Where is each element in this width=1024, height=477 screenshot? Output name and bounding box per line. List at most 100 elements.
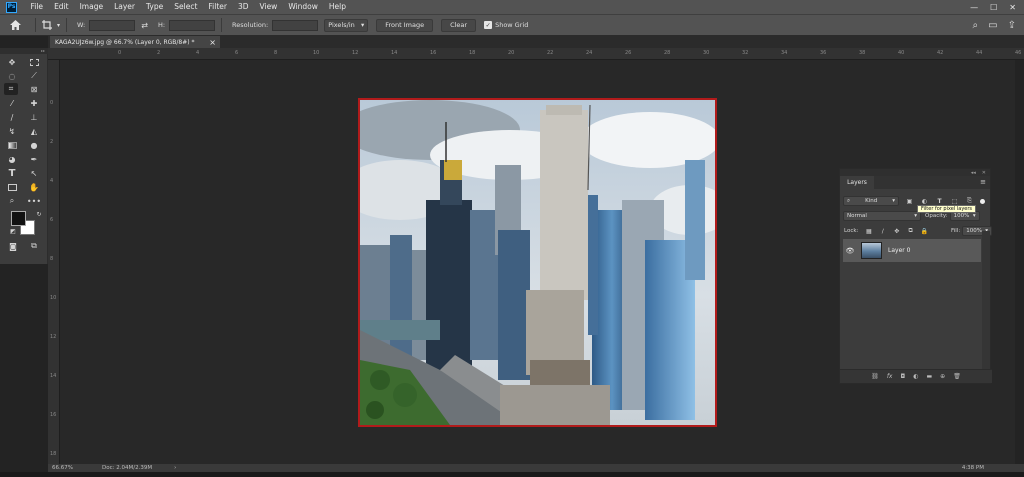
document-tab[interactable]: KAGA2UJz6w.jpg @ 66.7% (Layer 0, RGB/8#)… [50,36,220,48]
filter-toggle-icon[interactable] [980,198,985,204]
gradient-tool-icon[interactable] [5,139,19,151]
opacity-label: Opacity: [925,213,948,219]
close-window-button[interactable]: ✕ [1009,3,1016,12]
ruler-h-mark: 42 [937,50,944,56]
share-icon[interactable]: ⇪ [1008,20,1016,31]
quick-select-tool-icon[interactable]: ⟋ [27,70,41,82]
fx-icon[interactable]: fx [887,373,893,380]
layers-scrollbar[interactable] [982,231,990,369]
folder-icon[interactable]: ▬ [926,373,932,380]
menu-view[interactable]: View [254,0,283,14]
tab-layers[interactable]: Layers [840,176,874,189]
ruler-h-mark: 14 [391,50,398,56]
menu-select[interactable]: Select [169,0,203,14]
clear-button[interactable]: Clear [441,18,477,32]
close-panel-icon[interactable]: ✕ [982,170,986,176]
document-image[interactable] [358,98,717,427]
blend-mode-select[interactable]: Normal ▾ [843,211,921,221]
menu-layer[interactable]: Layer [109,0,141,14]
tooltip: Filter for pixel layers [917,205,977,213]
width-field[interactable] [89,19,136,31]
history-brush-tool-icon[interactable]: ↯ [5,125,19,137]
options-bar: ▾ W: ⇄ H: Resolution: Pixels/in ▾ Front … [0,14,1024,36]
collapse-panel-icon[interactable]: ◂◂ [971,170,976,176]
panel-menu-icon[interactable]: ≡ [980,178,986,186]
home-icon[interactable] [10,20,21,30]
blur-tool-icon[interactable]: ● [27,139,41,151]
link-icon[interactable]: ⛓ [871,373,879,380]
photoshop-window: Ps File Edit Image Layer Type Select Fil… [0,0,1024,477]
lasso-tool-icon[interactable]: ◌ [5,70,19,82]
hand-tool-icon[interactable]: ✋ [27,181,41,193]
ruler-h-mark: 0 [118,50,122,56]
menu-3d[interactable]: 3D [232,0,254,14]
layers-panel-header[interactable]: ◂◂ ✕ [840,169,990,176]
path-selection-tool-icon[interactable]: ↖ [27,167,41,179]
vertical-ruler[interactable]: 0 2 4 6 8 10 12 14 16 18 [48,60,60,464]
tools-panel-header[interactable]: ▸▸ [0,48,48,54]
pixel-filter-icon[interactable]: ▣ [905,197,914,206]
foreground-color-swatch[interactable] [11,211,26,226]
menu-file[interactable]: File [25,0,49,14]
lock-image-icon[interactable]: ∕ [878,227,887,236]
fill-label: Fill: [951,228,961,234]
status-arrow-icon[interactable]: › [174,465,176,471]
adjustment-icon[interactable]: ◐ [913,373,918,380]
healing-brush-tool-icon[interactable]: ✚ [27,97,41,109]
clone-stamp-tool-icon[interactable]: ⊥ [27,111,41,123]
default-colors-icon[interactable]: ◩ [6,225,20,237]
width-label: W: [77,21,86,29]
brush-tool-icon[interactable]: ∕ [5,111,19,123]
crop-tool-icon[interactable]: ⌗ [4,83,18,95]
swap-icon[interactable]: ⇄ [141,21,148,30]
menu-help[interactable]: Help [323,0,351,14]
type-tool-icon[interactable]: T [5,167,19,179]
crop-tool-icon[interactable]: ▾ [42,20,60,30]
swap-colors-icon[interactable]: ↻ [32,208,46,220]
lock-artboard-icon[interactable]: ⧉ [906,227,915,236]
search-icon[interactable]: ⌕ [973,20,979,31]
ruler-h-mark: 28 [664,50,671,56]
filter-kind-select[interactable]: ⌕ Kind ▾ [843,196,899,206]
zoom-level[interactable]: 66.67% [52,465,102,471]
rectangle-tool-icon[interactable] [5,181,19,193]
mask-icon[interactable]: ◘ [900,373,905,380]
menu-filter[interactable]: Filter [203,0,233,14]
chevron-down-icon: ▾ [972,213,976,219]
menu-edit[interactable]: Edit [49,0,75,14]
ruler-h-mark: 12 [352,50,359,56]
front-image-button[interactable]: Front Image [376,18,434,32]
quick-mask-icon[interactable]: ◙ [6,240,20,252]
resolution-field[interactable] [272,19,319,31]
minimize-button[interactable]: — [970,3,978,12]
menu-window[interactable]: Window [283,0,324,14]
menu-image[interactable]: Image [74,0,109,14]
dodge-tool-icon[interactable]: ◕ [5,153,19,165]
screen-mode-icon[interactable]: ⧉ [27,240,41,252]
chevron-down-icon: ▾ [360,21,365,29]
lock-all-icon[interactable]: 🔒 [920,227,929,236]
eraser-tool-icon[interactable]: ◭ [27,125,41,137]
trash-icon[interactable]: 🗑 [953,373,961,380]
units-select[interactable]: Pixels/in ▾ [324,18,369,32]
lock-transparency-icon[interactable]: ▦ [864,227,873,236]
close-tab-icon[interactable]: × [209,38,216,47]
height-field[interactable] [169,19,216,31]
workspace-icon[interactable]: ▭ [988,20,997,31]
eye-icon[interactable]: 👁 [843,247,857,255]
menu-type[interactable]: Type [141,0,169,14]
lock-position-icon[interactable]: ✥ [892,227,901,236]
pen-tool-icon[interactable]: ✒ [27,153,41,165]
layer-row[interactable]: 👁 Layer 0 [843,239,981,262]
frame-tool-icon[interactable]: ⊠ [27,83,41,95]
zoom-tool-icon[interactable]: ⌕ [5,195,19,207]
horizontal-ruler[interactable]: 0 2 4 6 8 10 12 14 16 18 20 22 24 26 28 30 32 34 36 38 40 42 4… [48,48,1024,60]
move-tool-icon[interactable]: ✥ [5,56,19,68]
new-layer-icon[interactable]: ⊕ [940,373,945,380]
more-tools-icon[interactable]: ••• [27,195,41,207]
marquee-tool-icon[interactable] [27,56,41,68]
eyedropper-tool-icon[interactable]: ⁄ [5,97,19,109]
layers-panel-tabs: Layers ≡ [840,176,990,189]
show-grid-checkbox[interactable]: ✓ [484,21,493,29]
maximize-button[interactable]: ☐ [990,3,997,12]
